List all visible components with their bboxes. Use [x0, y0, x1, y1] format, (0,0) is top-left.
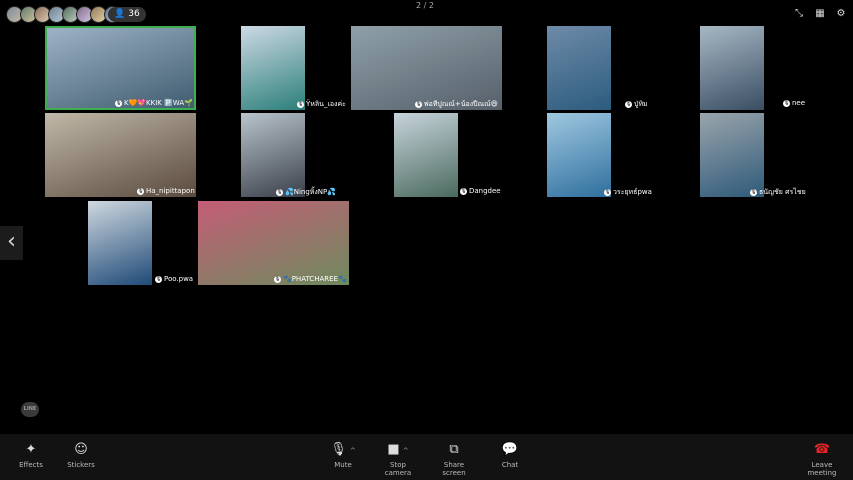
video-tile[interactable]	[241, 26, 305, 110]
participant-name: 🎙 nee	[783, 99, 806, 107]
people-icon: 👤	[114, 9, 126, 19]
gallery-view-icon[interactable]: ▦	[814, 8, 826, 20]
video-tile[interactable]	[394, 113, 458, 197]
line-logo: LINE	[21, 402, 39, 417]
effects-button[interactable]: ✦ Effects	[14, 442, 48, 469]
participant-name: 🎙 ปู่ทิม	[625, 100, 648, 108]
participant-name: 🎙 💦Ningหิ้งNP💦	[276, 188, 336, 196]
video-tile[interactable]	[45, 113, 196, 197]
video-tile[interactable]	[198, 201, 349, 285]
mic-icon: 🎙	[604, 189, 611, 196]
participant-name: 🎙 Dangdee	[460, 187, 501, 195]
video-tile[interactable]	[700, 26, 764, 110]
mic-icon: 🎙	[274, 275, 281, 283]
participant-count-badge[interactable]: 👤 36	[108, 7, 146, 22]
mic-icon: 🎙	[625, 101, 632, 108]
window-controls: ⤡ ▦ ⚙	[793, 8, 847, 20]
video-tile[interactable]	[351, 26, 502, 110]
participant-name: 🎙 🐾PHATCHAREE🐾	[274, 275, 347, 283]
mic-icon: 🎙	[783, 99, 790, 107]
chevron-left-icon: ‹	[7, 229, 16, 254]
video-tile[interactable]	[241, 113, 305, 197]
mic-icon: 🎙	[137, 187, 144, 195]
participant-avatars[interactable]	[6, 6, 121, 23]
mute-button[interactable]: 🎙 ^ Mute	[328, 442, 358, 469]
mic-icon: 🎙	[297, 101, 304, 108]
page-indicator: 2 / 2	[416, 1, 434, 10]
mic-icon: 🎙	[415, 101, 422, 108]
hang-up-icon: ☎	[813, 442, 831, 457]
mic-icon: 🎙	[750, 189, 757, 196]
sparkle-icon: ✦	[25, 442, 37, 457]
chat-bubble-icon: 💬	[501, 442, 519, 457]
minimize-icon[interactable]: ⤡	[793, 8, 805, 20]
chat-button[interactable]: 💬 Chat	[495, 442, 525, 469]
participant-name: 🎙 วระยุทธ์pwa	[604, 188, 652, 196]
participant-name: 🎙 พ่อทีปูณณ์+น้องปีณณ์😄	[415, 100, 498, 108]
share-screen-button[interactable]: ⧉ Share screen	[432, 442, 476, 477]
video-tile[interactable]	[547, 26, 611, 110]
caret-up-icon[interactable]: ^	[403, 447, 409, 455]
settings-icon[interactable]: ⚙	[835, 8, 847, 20]
participant-name: 🎙 Ÿหลิน_เองค่ะ	[297, 100, 346, 108]
caret-up-icon[interactable]: ^	[350, 447, 356, 455]
stop-camera-button[interactable]: ■ ^ Stop camera	[376, 442, 420, 477]
participant-name: 🎙 Poo.pwa	[155, 275, 194, 283]
camera-icon: ■	[387, 442, 400, 457]
video-tile[interactable]	[45, 26, 196, 110]
mic-icon: 🎙	[115, 99, 122, 107]
leave-meeting-button[interactable]: ☎ Leave meeting	[796, 442, 848, 477]
previous-page-button[interactable]: ‹	[0, 226, 23, 260]
stickers-button[interactable]: ☺ Stickers	[64, 442, 98, 469]
meeting-toolbar: ✦ Effects ☺ Stickers 🎙 ^ Mute ■ ^ Stop cam…	[0, 434, 853, 480]
video-tile[interactable]	[547, 113, 611, 197]
participant-name: 🎙 ธนัญชัย ศรไชย	[750, 188, 806, 196]
microphone-icon: 🎙	[330, 442, 347, 457]
share-screen-icon: ⧉	[449, 442, 459, 457]
mic-icon: 🎙	[460, 187, 467, 195]
mic-icon: 🎙	[276, 189, 283, 196]
participant-name: 🎙 K🧡💖KKIK 🅿️WA🌱	[115, 99, 193, 107]
video-tile[interactable]	[88, 201, 152, 285]
smiley-icon: ☺	[74, 442, 88, 457]
participant-count: 36	[128, 9, 140, 19]
participant-name: 🎙 Ha_nipittapon	[137, 187, 195, 195]
video-tile[interactable]	[700, 113, 764, 197]
mic-icon: 🎙	[155, 275, 162, 283]
